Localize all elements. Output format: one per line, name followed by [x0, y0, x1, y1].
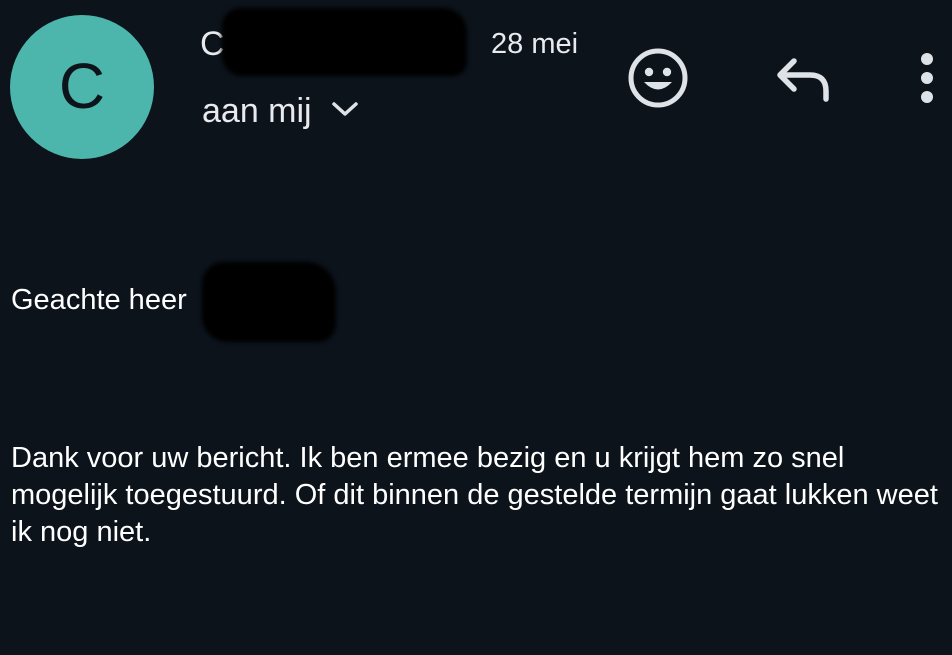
- reply-icon: [777, 58, 829, 102]
- message-greeting: Geachte heer: [11, 284, 187, 316]
- redaction-sender: [222, 8, 467, 76]
- recipient-details-toggle[interactable]: aan mij: [202, 92, 360, 131]
- add-reaction-button[interactable]: [625, 45, 691, 111]
- redaction-name: [202, 262, 336, 342]
- reply-button[interactable]: [770, 50, 836, 106]
- email-view: C C 28 mei aan mij Geachte heer Dank voo…: [0, 0, 952, 655]
- message-date: 28 mei: [491, 28, 579, 60]
- more-options-button[interactable]: [905, 45, 949, 111]
- avatar[interactable]: C: [10, 15, 154, 159]
- sender-row[interactable]: C: [200, 8, 467, 76]
- avatar-letter: C: [58, 50, 106, 122]
- more-vertical-icon: [921, 53, 933, 103]
- recipient-label: aan mij: [202, 92, 312, 130]
- chevron-down-icon: [330, 99, 360, 124]
- message-body: Dank voor uw bericht. Ik ben ermee bezig…: [11, 442, 938, 548]
- smiley-icon: [628, 48, 688, 108]
